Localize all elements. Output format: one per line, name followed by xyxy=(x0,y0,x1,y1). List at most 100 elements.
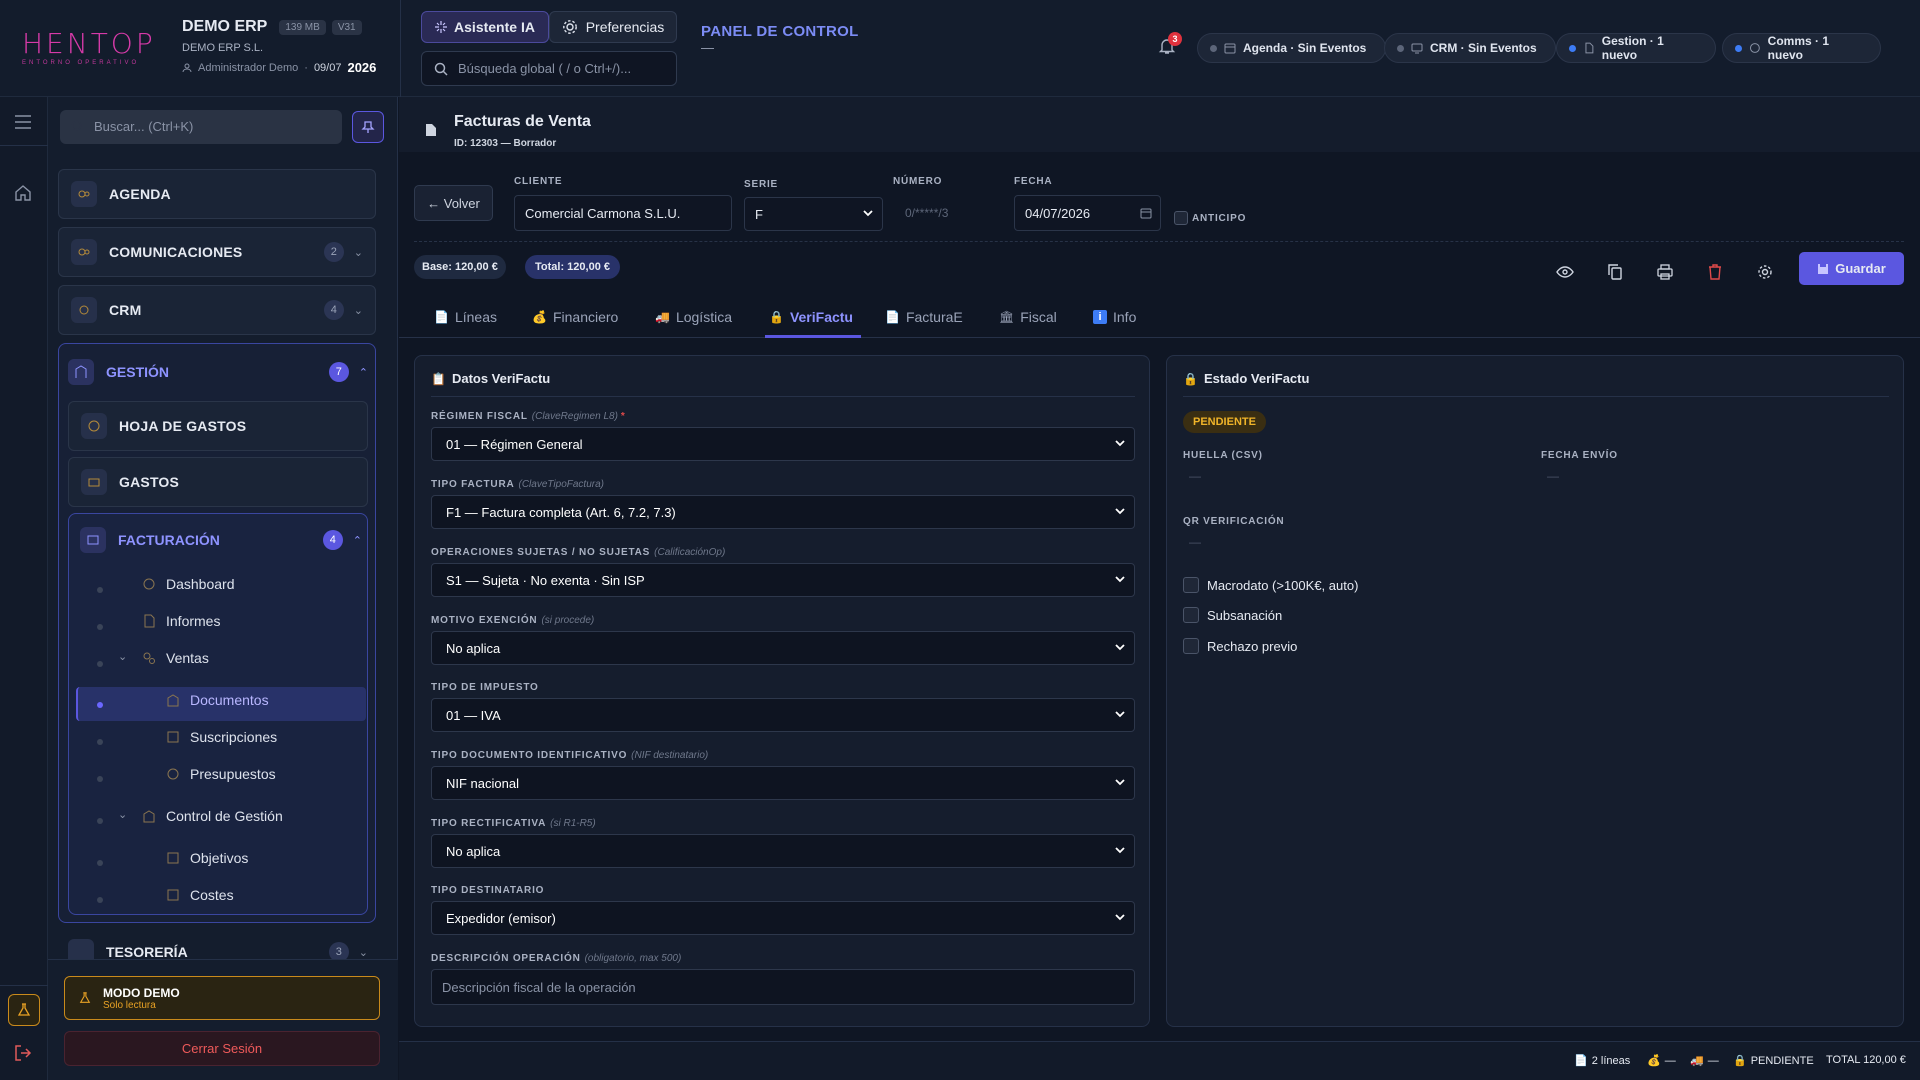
notifications-button[interactable]: 3 xyxy=(1158,32,1182,59)
flask-icon xyxy=(17,1003,31,1016)
nav-item-objetivos[interactable]: Objetivos xyxy=(166,850,248,866)
logout-button[interactable]: Cerrar Sesión xyxy=(64,1031,380,1066)
tab-facturae[interactable]: 📄 FacturaE xyxy=(885,309,963,325)
nav-item-presupuestos[interactable]: Presupuestos xyxy=(166,766,276,782)
expense-sheet-icon xyxy=(81,413,107,439)
pin-button[interactable] xyxy=(352,111,384,143)
user-icon xyxy=(182,63,192,72)
tab-fiscal[interactable]: 🏛 Fiscal xyxy=(999,309,1057,325)
descripcion-input[interactable]: Descripción fiscal de la operación xyxy=(431,969,1135,1005)
nav-item-informes[interactable]: Informes xyxy=(142,613,220,629)
sidebar-section-crm[interactable]: CRM 4 ⌄ xyxy=(58,285,376,335)
chevron-down-icon xyxy=(1115,914,1125,921)
duplicate-button[interactable] xyxy=(1600,257,1630,287)
nav-item-documentos-label[interactable]: Documentos xyxy=(166,692,269,708)
assistant-button[interactable]: Asistente IA xyxy=(421,11,549,43)
rechazo-previo-checkbox[interactable]: Rechazo previo xyxy=(1183,638,1297,654)
tab-verifactu[interactable]: 🔒 VeriFactu xyxy=(769,309,853,325)
count-badge: 4 xyxy=(322,530,343,550)
monitor-icon xyxy=(1411,43,1423,54)
operaciones-select[interactable]: S1 — Sujeta · No exenta · Sin ISP xyxy=(431,563,1135,597)
preferences-button[interactable]: Preferencias xyxy=(549,11,677,43)
back-button[interactable]: ← Volver xyxy=(414,185,493,221)
truck-icon: 🚚 xyxy=(1690,1055,1704,1067)
fecha-envio-label: FECHA ENVÍO xyxy=(1541,450,1618,461)
sidebar-search-input[interactable]: Buscar... (Ctrl+K) xyxy=(60,110,342,144)
numero-value: 0/*****/3 xyxy=(905,206,949,220)
sidebar-section-agenda[interactable]: AGENDA xyxy=(58,169,376,219)
nav-item-costes[interactable]: Costes xyxy=(166,887,234,903)
fecha-input[interactable]: 04/07/2026 xyxy=(1014,195,1161,231)
documents-icon xyxy=(167,694,179,707)
chevron-down-icon xyxy=(1115,779,1125,786)
budget-icon xyxy=(167,768,179,780)
tab-lineas[interactable]: 📄 Líneas xyxy=(434,309,497,325)
sidebar-section-gastos[interactable]: GASTOS xyxy=(68,457,368,507)
status-dot xyxy=(1210,44,1217,52)
panel-title: Datos VeriFactu xyxy=(451,371,551,386)
subsanacion-checkbox[interactable]: Subsanación xyxy=(1183,607,1282,623)
status-dot xyxy=(1397,44,1404,52)
version-badge: V31 xyxy=(331,19,362,35)
nav-item-control-gestion[interactable]: Control de Gestión xyxy=(142,808,283,824)
tipo-rectificativa-select[interactable]: No aplica xyxy=(431,834,1135,868)
chevron-down-icon: ⌄ xyxy=(353,304,363,317)
costs-icon xyxy=(167,889,179,901)
tab-financiero[interactable]: 💰 Financiero xyxy=(532,309,618,325)
preview-button[interactable] xyxy=(1550,257,1580,287)
macrodato-checkbox[interactable]: Macrodato (>100K€, auto) xyxy=(1183,577,1358,593)
sidebar-section-hoja-gastos[interactable]: HOJA DE GASTOS xyxy=(68,401,368,451)
demo-mode-button[interactable] xyxy=(8,994,40,1026)
tipo-destinatario-select[interactable]: Expedidor (emisor) xyxy=(431,901,1135,935)
agenda-pill[interactable]: Agenda · Sin Eventos xyxy=(1197,33,1386,63)
chevron-down-icon xyxy=(1115,576,1125,583)
chevron-down-icon: ⌄ xyxy=(118,809,128,821)
field-label: RÉGIMEN FISCAL (ClaveRegimen L8) * xyxy=(431,411,626,422)
gear-icon xyxy=(1758,265,1772,279)
serie-select[interactable]: F xyxy=(744,197,883,231)
tipo-impuesto-select[interactable]: 01 — IVA xyxy=(431,698,1135,732)
comms-pill[interactable]: Comms · 1 nuevo xyxy=(1722,33,1881,63)
footer-status: 🔒 PENDIENTE xyxy=(1733,1054,1814,1068)
tipo-documento-select[interactable]: NIF nacional xyxy=(431,766,1135,800)
comms-icon xyxy=(71,239,97,265)
tipo-factura-select[interactable]: F1 — Factura completa (Art. 6, 7.2, 7.3) xyxy=(431,495,1135,529)
sidebar-section-gestion[interactable]: GESTIÓN 7 ⌃ xyxy=(68,349,368,395)
crm-pill[interactable]: CRM · Sin Eventos xyxy=(1384,33,1556,63)
home-icon xyxy=(15,185,31,201)
save-button[interactable]: Guardar xyxy=(1799,252,1904,285)
nav-item-suscripciones[interactable]: Suscripciones xyxy=(166,729,277,745)
motivo-exencion-select[interactable]: No aplica xyxy=(431,631,1135,665)
logout-button[interactable] xyxy=(14,1044,32,1062)
tab-info[interactable]: i Info xyxy=(1093,309,1136,325)
tab-logistica[interactable]: 🚚 Logística xyxy=(655,309,732,325)
print-button[interactable] xyxy=(1650,257,1680,287)
settings-button[interactable] xyxy=(1750,257,1780,287)
gestion-pill[interactable]: Gestion · 1 nuevo xyxy=(1556,33,1716,63)
global-search-input[interactable]: Búsqueda global ( / o Ctrl+/)... xyxy=(421,51,677,86)
nav-item-ventas[interactable]: Ventas xyxy=(142,650,209,666)
regimen-fiscal-select[interactable]: 01 — Régimen General xyxy=(431,427,1135,461)
brand-logo[interactable]: HENTOP ENTORNO OPERATIVO xyxy=(22,30,156,67)
anticipo-checkbox[interactable]: ANTICIPO xyxy=(1174,211,1246,225)
crm-icon xyxy=(71,297,97,323)
chevron-down-icon xyxy=(1115,711,1125,718)
panel-title: Estado VeriFactu xyxy=(1203,371,1310,386)
lock-icon: 🔒 xyxy=(1183,371,1198,386)
status-dot xyxy=(1735,44,1742,52)
chevron-up-icon: ⌃ xyxy=(352,534,362,547)
home-button[interactable] xyxy=(14,184,32,202)
left-rail xyxy=(0,97,48,1080)
sidebar-section-facturacion[interactable]: FACTURACIÓN 4 ⌃ xyxy=(80,519,362,561)
sidebar-section-comunicaciones[interactable]: COMUNICACIONES 2 ⌄ xyxy=(58,227,376,277)
nav-item-dashboard[interactable]: Dashboard xyxy=(142,576,235,592)
invoice-icon xyxy=(80,527,106,553)
menu-toggle[interactable] xyxy=(14,115,32,129)
huella-label: HUELLA (CSV) xyxy=(1183,450,1263,461)
qr-label: QR VERIFICACIÓN xyxy=(1183,516,1285,527)
count-badge: 4 xyxy=(323,300,344,320)
session-year: 2026 xyxy=(347,60,377,75)
cliente-input[interactable]: Comercial Carmona S.L.U. xyxy=(514,195,732,231)
subscription-icon xyxy=(167,731,179,743)
delete-button[interactable] xyxy=(1700,257,1730,287)
